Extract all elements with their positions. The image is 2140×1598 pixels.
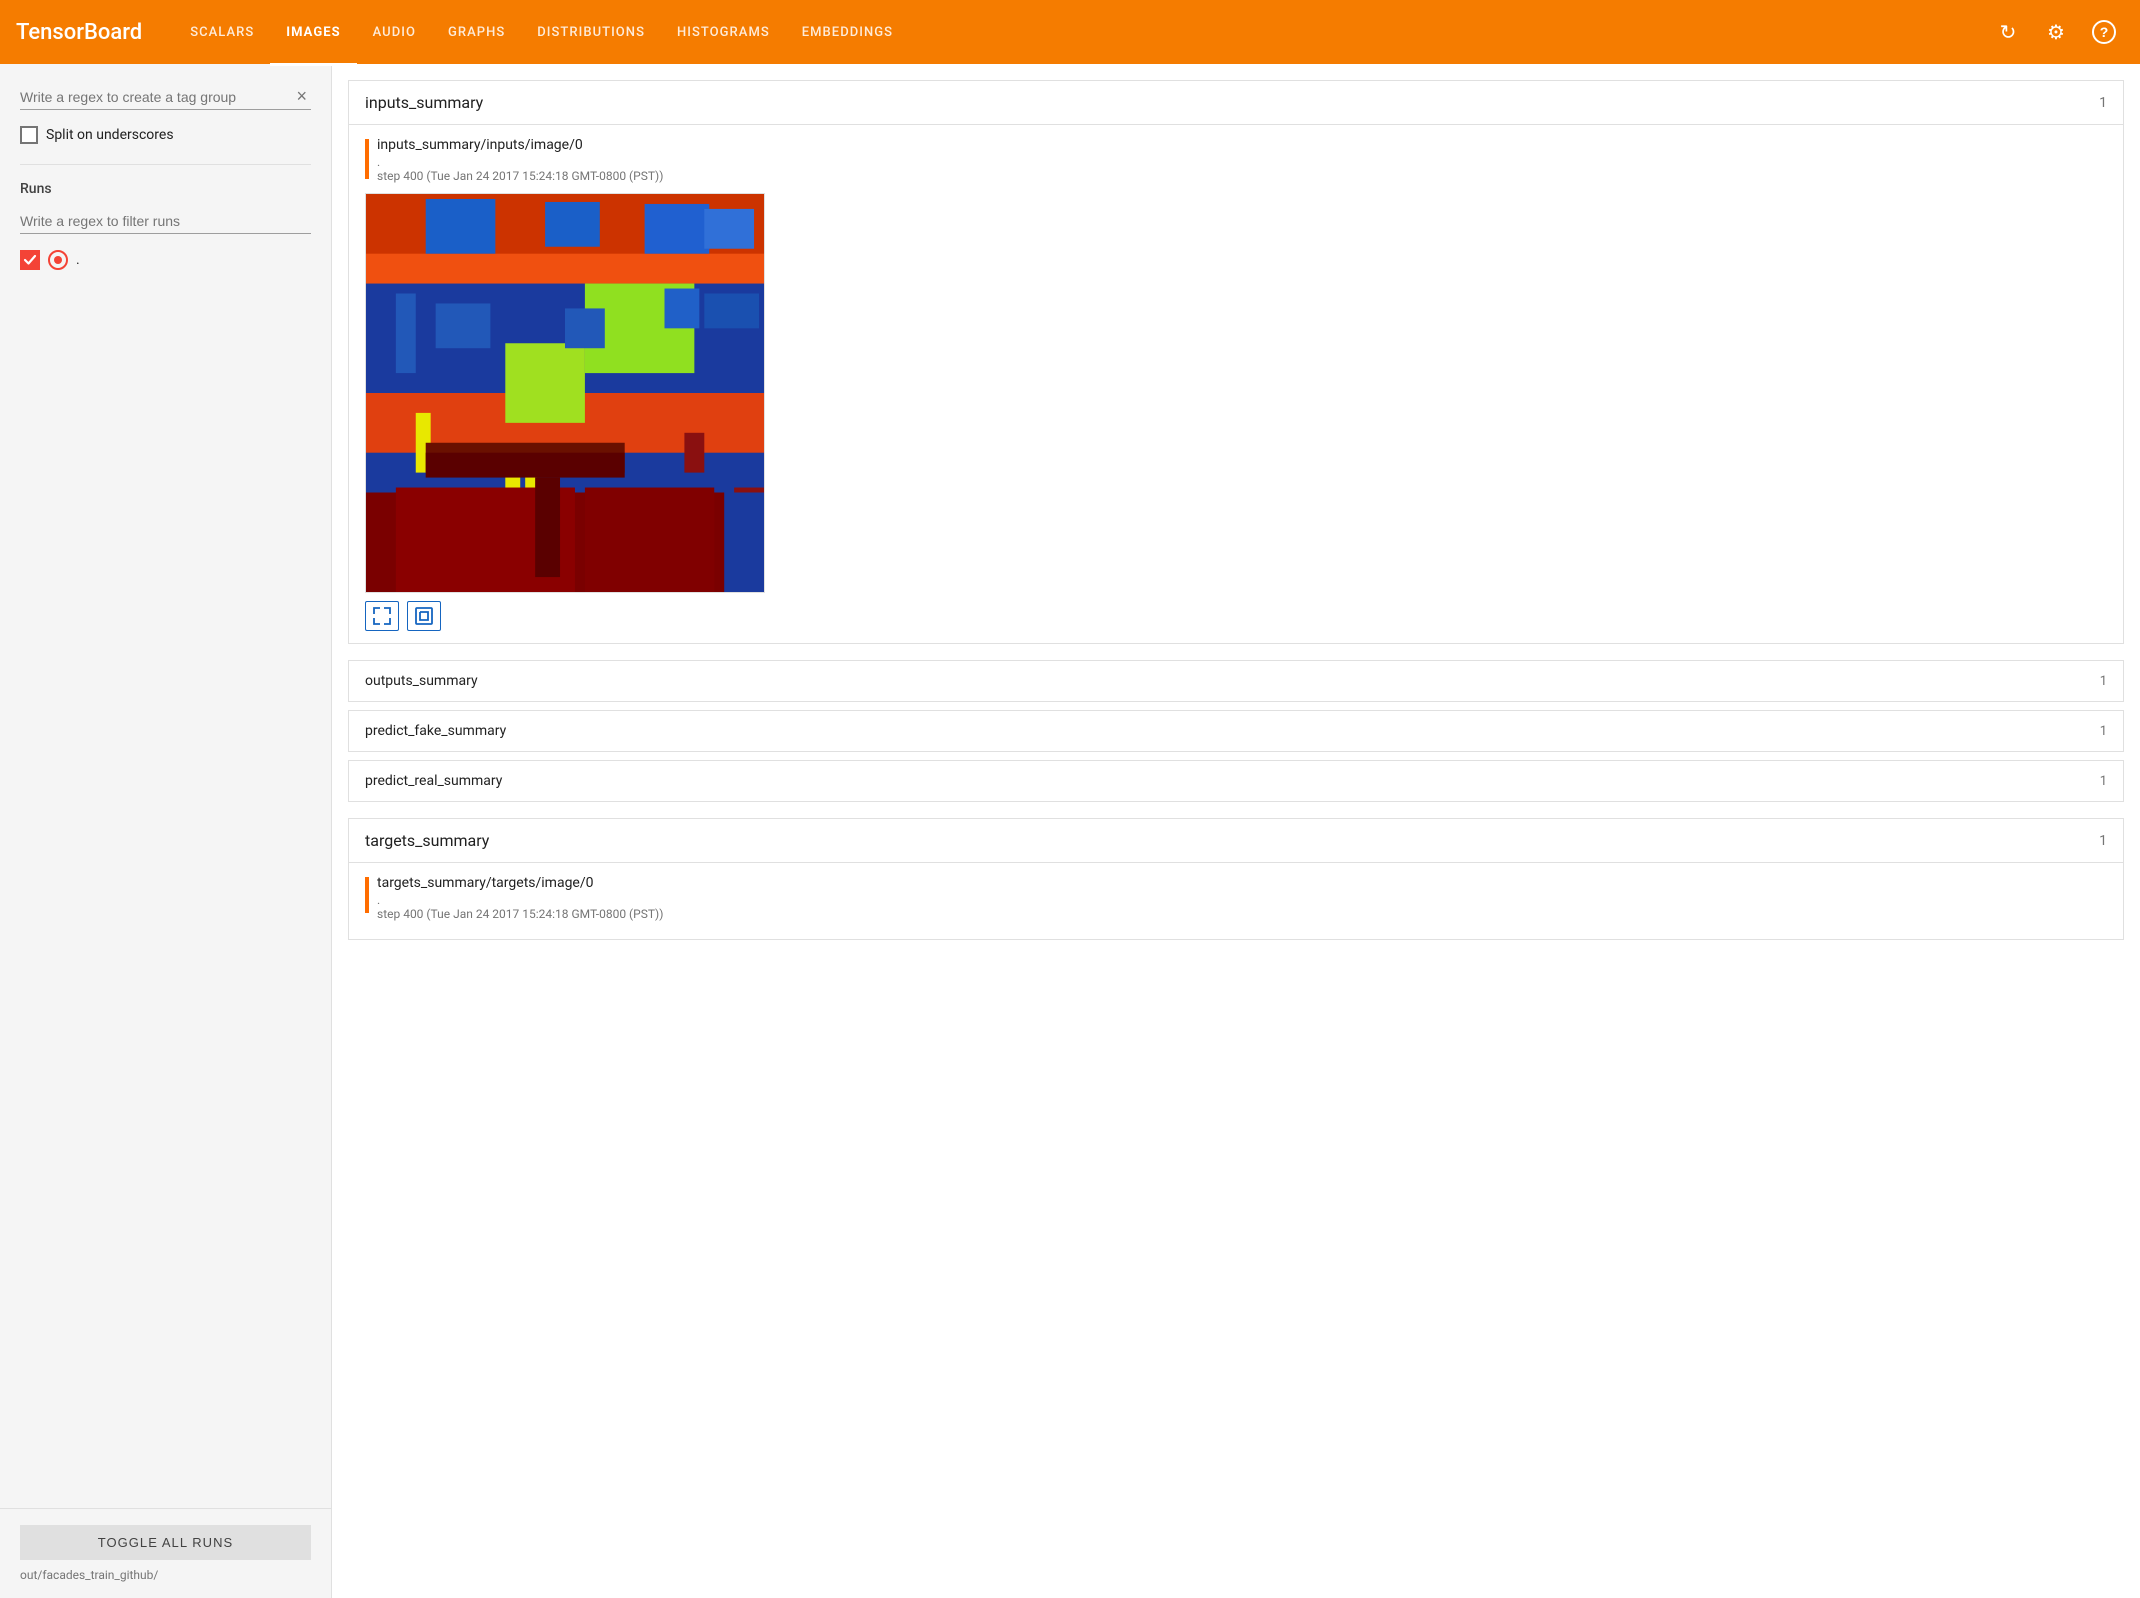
targets-image-step: step 400 (Tue Jan 24 2017 15:24:18 GMT-0…: [377, 907, 2107, 921]
run-dot-label: .: [76, 252, 80, 268]
inputs-image-svg: [365, 193, 765, 593]
split-underscores-checkbox[interactable]: [20, 126, 38, 144]
sidebar: × Split on underscores Runs: [0, 64, 332, 1598]
inputs-summary-card: inputs_summary 1 inputs_summary/inputs/i…: [348, 80, 2124, 644]
predict-fake-summary-count: 1: [2100, 724, 2107, 739]
help-icon: ?: [2092, 20, 2116, 44]
out-path: out/facades_train_github/: [20, 1568, 311, 1582]
nav-item-scalars[interactable]: SCALARS: [174, 2, 270, 66]
main-content: inputs_summary 1 inputs_summary/inputs/i…: [332, 64, 2140, 1598]
split-underscores-label: Split on underscores: [46, 127, 174, 143]
header-actions: ↻ ⚙ ?: [1988, 12, 2124, 52]
settings-button[interactable]: ⚙: [2036, 12, 2076, 52]
predict-real-summary-count: 1: [2100, 774, 2107, 789]
predict-fake-summary-title: predict_fake_summary: [365, 723, 506, 739]
targets-image-info: targets_summary/targets/image/0 . step 4…: [377, 875, 2107, 923]
outputs-summary-count: 1: [2100, 674, 2107, 689]
inputs-image-tag: inputs_summary/inputs/image/0: [377, 137, 2107, 153]
targets-summary-count: 1: [2099, 833, 2107, 849]
inputs-image-dot: .: [377, 155, 2107, 169]
tag-group-regex-row: ×: [20, 84, 311, 110]
help-button[interactable]: ?: [2084, 12, 2124, 52]
tag-group-regex-input[interactable]: [20, 85, 292, 109]
inputs-summary-header[interactable]: inputs_summary 1: [349, 81, 2123, 125]
expand-icon: [372, 606, 392, 626]
run-radio-inner: [54, 256, 62, 264]
expand-image-button[interactable]: [365, 601, 399, 631]
nav-item-embeddings[interactable]: EMBEDDINGS: [786, 2, 909, 66]
predict-fake-summary-card[interactable]: predict_fake_summary 1: [348, 710, 2124, 752]
inputs-image-section: inputs_summary/inputs/image/0 . step 400…: [349, 125, 2123, 643]
refresh-button[interactable]: ↻: [1988, 12, 2028, 52]
targets-image-run: targets_summary/targets/image/0 . step 4…: [365, 875, 2107, 923]
inputs-image-controls: [365, 601, 2107, 631]
run-color-bar: [365, 139, 369, 179]
inputs-image-run: inputs_summary/inputs/image/0 . step 400…: [365, 137, 2107, 185]
settings-icon: ⚙: [2047, 20, 2065, 45]
targets-summary-title: targets_summary: [365, 831, 489, 850]
refresh-icon: ↻: [2000, 20, 2017, 45]
nav-item-distributions[interactable]: DISTRIBUTIONS: [521, 2, 661, 66]
runs-label: Runs: [20, 181, 311, 197]
toggle-all-runs-button[interactable]: TOGGLE ALL RUNS: [20, 1525, 311, 1560]
main-nav: SCALARSIMAGESAUDIOGRAPHSDISTRIBUTIONSHIS…: [174, 2, 1988, 63]
sidebar-bottom: TOGGLE ALL RUNS out/facades_train_github…: [0, 1508, 331, 1598]
predict-real-summary-card[interactable]: predict_real_summary 1: [348, 760, 2124, 802]
targets-image-dot: .: [377, 893, 2107, 907]
targets-summary-header[interactable]: targets_summary 1: [349, 819, 2123, 863]
runs-filter-input[interactable]: [20, 209, 311, 234]
runs-items-row: .: [20, 250, 311, 270]
run-radio[interactable]: [48, 250, 68, 270]
run-color-bar-targets: [365, 877, 369, 913]
nav-item-graphs[interactable]: GRAPHS: [432, 2, 521, 66]
inputs-image-step: step 400 (Tue Jan 24 2017 15:24:18 GMT-0…: [377, 169, 2107, 183]
outputs-summary-card[interactable]: outputs_summary 1: [348, 660, 2124, 702]
app-header: TensorBoard SCALARSIMAGESAUDIOGRAPHSDIST…: [0, 0, 2140, 64]
fit-image-button[interactable]: [407, 601, 441, 631]
targets-image-section: targets_summary/targets/image/0 . step 4…: [349, 863, 2123, 939]
inputs-image-info: inputs_summary/inputs/image/0 . step 400…: [377, 137, 2107, 185]
targets-summary-card: targets_summary 1 targets_summary/target…: [348, 818, 2124, 940]
split-underscores-row: Split on underscores: [20, 126, 311, 144]
app-container: × Split on underscores Runs: [0, 64, 2140, 1598]
outputs-summary-title: outputs_summary: [365, 673, 478, 689]
sidebar-divider: [20, 164, 311, 165]
targets-image-tag: targets_summary/targets/image/0: [377, 875, 2107, 891]
inputs-summary-count: 1: [2099, 95, 2107, 111]
nav-item-audio[interactable]: AUDIO: [357, 2, 432, 66]
clear-icon: ×: [296, 86, 307, 107]
nav-item-images[interactable]: IMAGES: [270, 2, 356, 66]
inputs-summary-title: inputs_summary: [365, 93, 483, 112]
inputs-image-display: [365, 193, 2107, 593]
checkmark-icon: [23, 253, 37, 267]
regex-clear-button[interactable]: ×: [292, 84, 311, 109]
nav-item-histograms[interactable]: HISTOGRAMS: [661, 2, 786, 66]
predict-real-summary-title: predict_real_summary: [365, 773, 502, 789]
app-logo: TensorBoard: [16, 20, 142, 45]
run-checkbox[interactable]: [20, 250, 40, 270]
fit-icon: [414, 606, 434, 626]
